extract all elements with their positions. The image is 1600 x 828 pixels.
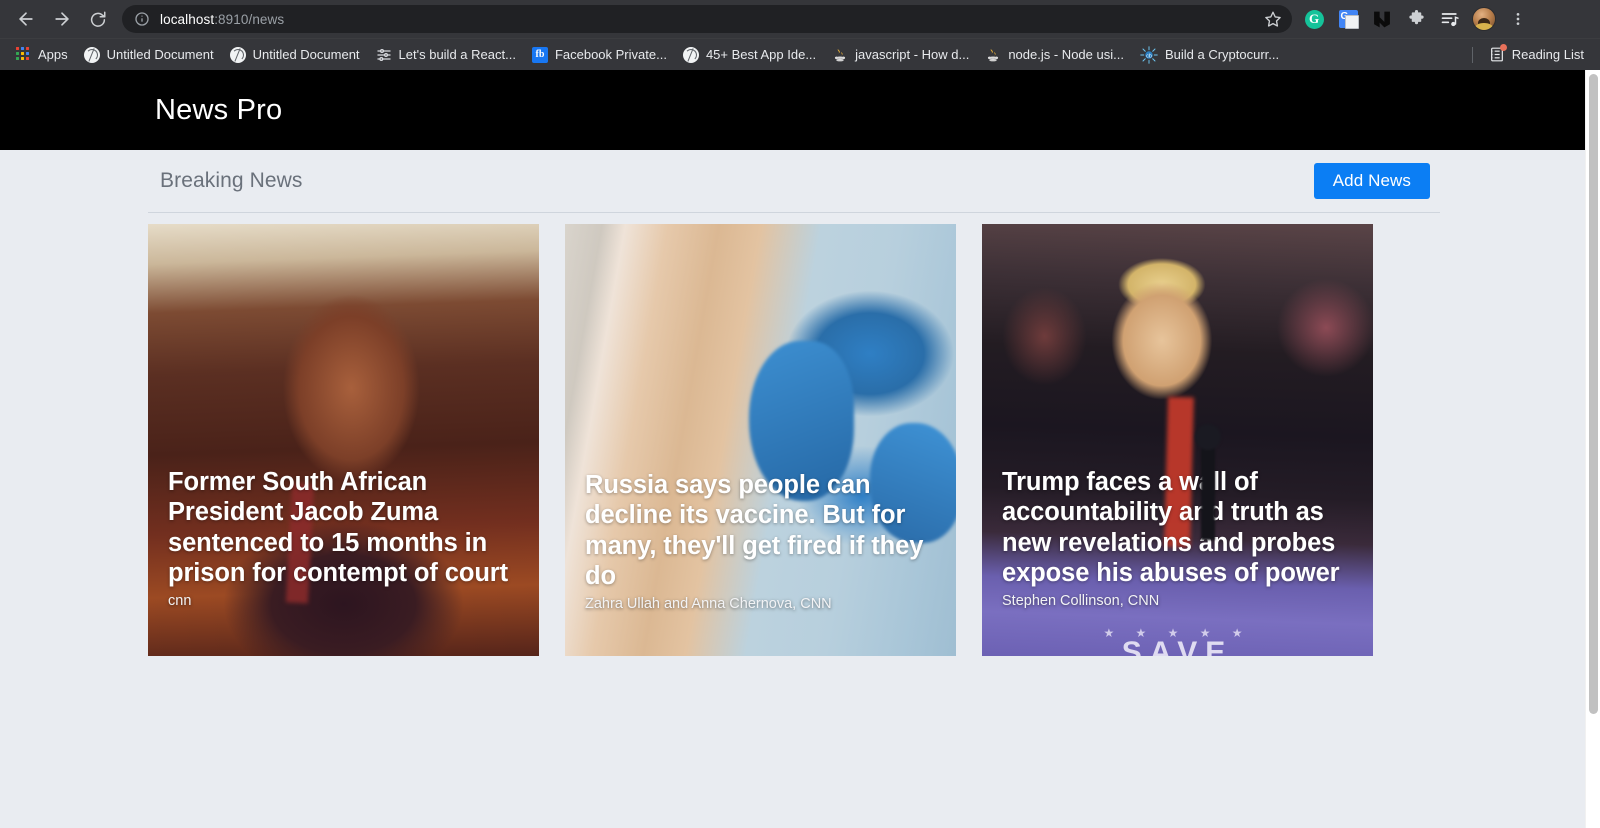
url-path: :8910/news [214,11,285,27]
back-icon[interactable] [8,1,44,37]
bookmarks-divider [1471,46,1473,63]
news-headline: Russia says people can decline its vacci… [585,470,924,591]
news-app: News Pro Breaking News Add News Former S… [0,70,1588,828]
bookmark-label: Build a Cryptocurr... [1164,47,1280,62]
toolbar-icons: G G [1298,3,1534,35]
content-container: Breaking News Add News Former South Afri… [0,150,1588,656]
forward-icon[interactable] [44,1,80,37]
bookmark-label: Untitled Document [106,47,214,62]
news-card[interactable]: Russia says people can decline its vacci… [565,224,956,656]
add-news-button[interactable]: Add News [1313,162,1430,200]
reload-icon[interactable] [80,1,116,37]
news-card[interactable]: ★ ★ ★ ★ ★ SAVE Trump faces a wall of acc… [982,224,1373,656]
page-title: News Pro [155,93,283,126]
microphone-icon [1194,424,1221,540]
bookmark-label: Apps [38,47,68,62]
chrome-menu-icon[interactable] [1502,3,1534,35]
google-translate-icon[interactable]: G [1332,3,1364,35]
bookmark-label: Untitled Document [252,47,360,62]
browser-chrome: localhost:8910/news G G Apps Untitled Do… [0,0,1600,70]
app-header: News Pro [0,70,1588,150]
page-scrollbar[interactable] [1585,70,1600,828]
bookmark-apps[interactable]: Apps [8,43,76,66]
page-viewport: News Pro Breaking News Add News Former S… [0,70,1600,828]
bookmarks-bar: Apps Untitled Document Untitled Document… [0,38,1600,70]
globe-icon [682,46,699,63]
mono-glyph [1372,10,1392,29]
rally-save-overlay: SAVE [1121,636,1234,656]
profile-avatar[interactable] [1468,3,1500,35]
globe-icon [229,46,246,63]
grammarly-extension-icon[interactable]: G [1298,3,1330,35]
scrollbar-thumb[interactable] [1589,74,1598,714]
bookmark-label: Facebook Private... [554,47,667,62]
reading-list-button[interactable]: Reading List [1481,42,1592,67]
news-byline: Stephen Collinson, CNN [1002,593,1160,609]
java-icon [832,47,848,63]
grammarly-glyph: G [1304,9,1324,29]
reading-list-icon [1489,44,1507,63]
section-header: Breaking News Add News [148,150,1440,213]
reading-list-badge [1499,44,1507,51]
bookmark-javascript-how-do[interactable]: javascript - How d... [824,43,977,67]
avatar [1472,7,1496,31]
address-bar[interactable]: localhost:8910/news [122,5,1292,33]
media-playlist-icon[interactable] [1434,3,1466,35]
extensions-puzzle-icon[interactable] [1400,3,1432,35]
crypto-icon: cb [1140,45,1158,64]
bookmark-label: javascript - How d... [855,47,970,62]
news-card-text: Former South African President Jacob Zum… [148,467,539,656]
bookmark-untitled-document-1[interactable]: Untitled Document [76,43,222,67]
news-headline: Former South African President Jacob Zum… [168,467,509,588]
bookmark-label: 45+ Best App Ide... [705,47,817,62]
news-byline: Zahra Ullah and Anna Chernova, CNN [585,596,832,612]
lines-icon [376,47,392,63]
section-title: Breaking News [160,169,303,192]
news-byline: cnn [168,593,192,609]
bookmark-build-a-cryptocurrency[interactable]: cb Build a Cryptocurr... [1132,42,1287,68]
news-card[interactable]: Former South African President Jacob Zum… [148,224,539,656]
news-card-list: Former South African President Jacob Zum… [148,213,1440,656]
bookmark-label: node.js - Node usi... [1008,47,1124,62]
globe-icon [83,46,100,63]
news-card-text: Russia says people can decline its vacci… [565,470,956,656]
bookmark-nodejs-node-using[interactable]: node.js - Node usi... [977,43,1132,67]
url-text[interactable]: localhost:8910/news [160,12,1264,27]
svg-text:cb: cb [1146,53,1152,59]
playlist-glyph [1440,9,1460,29]
puzzle-glyph [1407,9,1426,29]
mono-extension-icon[interactable] [1366,3,1398,35]
bookmark-lets-build-a-react[interactable]: Let's build a React... [368,43,524,67]
facebook-icon: fb [531,46,548,63]
news-headline: Trump faces a wall of accountability and… [1002,467,1340,588]
bookmark-facebook-private[interactable]: fb Facebook Private... [524,43,675,67]
browser-toolbar: localhost:8910/news G G [0,0,1600,38]
three-dots-glyph [1510,11,1526,27]
bookmark-label: Let's build a React... [398,47,516,62]
url-host: localhost [160,11,215,27]
bookmark-45-best-app-ideas[interactable]: 45+ Best App Ide... [675,43,824,67]
info-circle-icon[interactable] [134,11,150,27]
java-icon [985,47,1001,63]
translate-glyph: G [1338,10,1359,29]
reading-list-label: Reading List [1511,47,1584,62]
bookmark-untitled-document-2[interactable]: Untitled Document [222,43,368,67]
apps-grid-icon [16,47,31,62]
star-bookmark-icon[interactable] [1264,10,1282,28]
